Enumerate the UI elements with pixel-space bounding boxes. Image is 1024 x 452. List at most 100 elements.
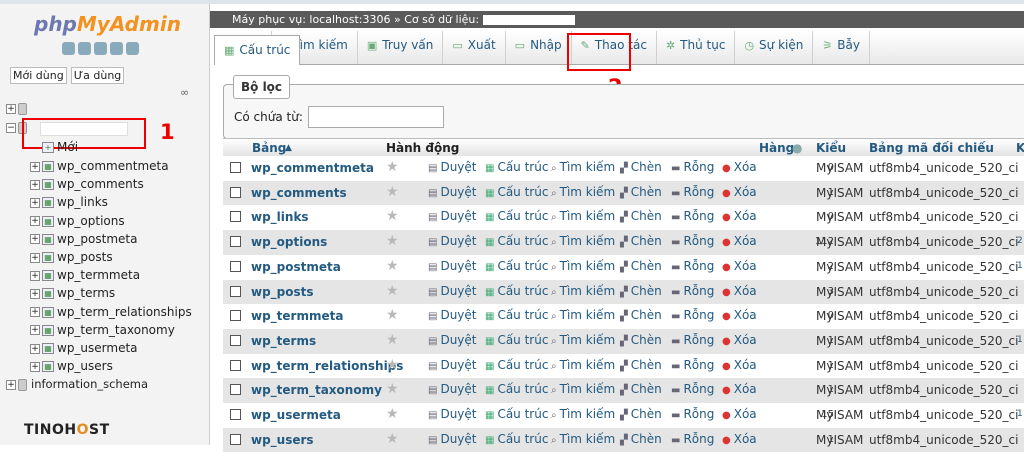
drop-action[interactable]: ● Xóa bbox=[722, 234, 757, 248]
table-name-link[interactable]: wp_links bbox=[251, 210, 309, 224]
search-action[interactable]: ⌕ Tìm kiếm bbox=[551, 284, 615, 298]
search-action[interactable]: ⌕ Tìm kiếm bbox=[551, 185, 615, 199]
row-checkbox[interactable] bbox=[230, 334, 241, 346]
table-name-link[interactable]: wp_posts bbox=[251, 285, 314, 299]
home-icon[interactable] bbox=[62, 42, 75, 55]
expand-icon[interactable]: + bbox=[30, 361, 40, 372]
structure-action[interactable]: ▦ Cấu trúc bbox=[485, 333, 548, 347]
filter-input[interactable] bbox=[308, 106, 444, 128]
search-action[interactable]: ⌕ Tìm kiếm bbox=[551, 209, 615, 223]
favorite-star-icon[interactable]: ★ bbox=[386, 307, 399, 323]
insert-action[interactable]: ▞ Chèn bbox=[620, 407, 662, 421]
structure-action[interactable]: ▦ Cấu trúc bbox=[485, 432, 548, 446]
row-checkbox[interactable] bbox=[230, 359, 241, 371]
col-rows-header[interactable]: Hàng bbox=[759, 141, 794, 155]
tab-7[interactable]: ✲ Thủ tục bbox=[657, 31, 736, 64]
expand-icon[interactable]: + bbox=[30, 161, 40, 172]
favorite-star-icon[interactable]: ★ bbox=[386, 431, 399, 447]
browse-action[interactable]: ▤ Duyệt bbox=[428, 284, 477, 298]
link-icon[interactable]: ∞ bbox=[180, 86, 189, 99]
structure-action[interactable]: ▦ Cấu trúc bbox=[485, 382, 548, 396]
drop-action[interactable]: ● Xóa bbox=[722, 209, 757, 223]
collapse-icon[interactable]: − bbox=[6, 122, 16, 133]
expand-icon[interactable]: + bbox=[6, 379, 16, 390]
expand-icon[interactable]: + bbox=[6, 103, 16, 114]
expand-icon[interactable]: + bbox=[30, 270, 40, 281]
drop-action[interactable]: ● Xóa bbox=[722, 308, 757, 322]
sidebar-table-item[interactable]: + ▦ wp_options bbox=[30, 214, 125, 228]
favorite-star-icon[interactable]: ★ bbox=[386, 283, 399, 299]
sidebar-table-item[interactable]: + ▦ wp_commentmeta bbox=[30, 159, 169, 173]
col-type-header[interactable]: Kiểu bbox=[816, 141, 846, 155]
empty-action[interactable]: ▬ Rỗng bbox=[671, 259, 714, 273]
browse-action[interactable]: ▤ Duyệt bbox=[428, 382, 477, 396]
expand-icon[interactable]: + bbox=[30, 216, 40, 227]
tab-5[interactable]: ▭ Nhập bbox=[506, 31, 572, 64]
drop-action[interactable]: ● Xóa bbox=[722, 160, 757, 174]
table-name-link[interactable]: wp_term_relationships bbox=[251, 359, 403, 373]
reload-icon[interactable] bbox=[126, 42, 139, 55]
insert-action[interactable]: ▞ Chèn bbox=[620, 209, 662, 223]
tree-new-table[interactable]: + Mới bbox=[42, 140, 78, 154]
favorite-star-icon[interactable]: ★ bbox=[386, 332, 399, 348]
favorite-star-icon[interactable]: ★ bbox=[386, 258, 399, 274]
insert-action[interactable]: ▞ Chèn bbox=[620, 284, 662, 298]
sidebar-table-item[interactable]: + ▦ wp_term_relationships bbox=[30, 305, 192, 319]
browse-action[interactable]: ▤ Duyệt bbox=[428, 185, 477, 199]
structure-action[interactable]: ▦ Cấu trúc bbox=[485, 160, 548, 174]
sidebar-table-item[interactable]: + ▦ wp_links bbox=[30, 195, 108, 209]
empty-action[interactable]: ▬ Rỗng bbox=[671, 333, 714, 347]
empty-action[interactable]: ▬ Rỗng bbox=[671, 407, 714, 421]
tab-9[interactable]: ⚞ Bẫy bbox=[813, 31, 870, 64]
db-breadcrumb[interactable]: Cơ sở dữ liệu: bbox=[404, 13, 479, 26]
col-collation-header[interactable]: Bảng mã đối chiếu bbox=[869, 141, 994, 155]
tree-db-information-schema[interactable]: + information_schema bbox=[6, 377, 148, 391]
sidebar-table-item[interactable]: + ▦ wp_postmeta bbox=[30, 232, 137, 246]
insert-action[interactable]: ▞ Chèn bbox=[620, 308, 662, 322]
drop-action[interactable]: ● Xóa bbox=[722, 259, 757, 273]
insert-action[interactable]: ▞ Chèn bbox=[620, 234, 662, 248]
structure-action[interactable]: ▦ Cấu trúc bbox=[485, 185, 548, 199]
tab-8[interactable]: ◷ Sự kiện bbox=[735, 31, 814, 64]
drop-action[interactable]: ● Xóa bbox=[722, 432, 757, 446]
tree-db-collapsed[interactable]: + bbox=[6, 101, 31, 115]
browse-action[interactable]: ▤ Duyệt bbox=[428, 333, 477, 347]
insert-action[interactable]: ▞ Chèn bbox=[620, 432, 662, 446]
logout-icon[interactable] bbox=[78, 42, 91, 55]
col-size-header[interactable]: Kích bbox=[1016, 141, 1024, 155]
favorite-star-icon[interactable]: ★ bbox=[386, 357, 399, 373]
server-breadcrumb[interactable]: Máy phục vụ: localhost:3306 » bbox=[232, 13, 401, 26]
empty-action[interactable]: ▬ Rỗng bbox=[671, 234, 714, 248]
drop-action[interactable]: ● Xóa bbox=[722, 284, 757, 298]
expand-icon[interactable]: + bbox=[30, 252, 40, 263]
insert-action[interactable]: ▞ Chèn bbox=[620, 382, 662, 396]
table-name-link[interactable]: wp_term_taxonomy bbox=[251, 383, 382, 397]
empty-action[interactable]: ▬ Rỗng bbox=[671, 284, 714, 298]
browse-action[interactable]: ▤ Duyệt bbox=[428, 407, 477, 421]
browse-action[interactable]: ▤ Duyệt bbox=[428, 234, 477, 248]
favorite-star-icon[interactable]: ★ bbox=[386, 184, 399, 200]
browse-action[interactable]: ▤ Duyệt bbox=[428, 308, 477, 322]
insert-action[interactable]: ▞ Chèn bbox=[620, 185, 662, 199]
drop-action[interactable]: ● Xóa bbox=[722, 407, 757, 421]
search-action[interactable]: ⌕ Tìm kiếm bbox=[551, 407, 615, 421]
browse-action[interactable]: ▤ Duyệt bbox=[428, 209, 477, 223]
insert-action[interactable]: ▞ Chèn bbox=[620, 358, 662, 372]
drop-action[interactable]: ● Xóa bbox=[722, 185, 757, 199]
search-action[interactable]: ⌕ Tìm kiếm bbox=[551, 160, 615, 174]
browse-action[interactable]: ▤ Duyệt bbox=[428, 432, 477, 446]
expand-icon[interactable]: + bbox=[30, 307, 40, 318]
favorite-star-icon[interactable]: ★ bbox=[386, 381, 399, 397]
recent-button[interactable]: Mới dùng bbox=[10, 67, 67, 84]
empty-action[interactable]: ▬ Rỗng bbox=[671, 432, 714, 446]
tab-3[interactable]: ▣ Truy vấn bbox=[358, 31, 444, 64]
favorite-star-icon[interactable]: ★ bbox=[386, 208, 399, 224]
sidebar-table-item[interactable]: + ▦ wp_termmeta bbox=[30, 268, 140, 282]
structure-action[interactable]: ▦ Cấu trúc bbox=[485, 259, 548, 273]
empty-action[interactable]: ▬ Rỗng bbox=[671, 382, 714, 396]
expand-icon[interactable]: + bbox=[30, 325, 40, 336]
table-name-link[interactable]: wp_commentmeta bbox=[251, 161, 374, 175]
structure-action[interactable]: ▦ Cấu trúc bbox=[485, 209, 548, 223]
expand-icon[interactable]: + bbox=[30, 343, 40, 354]
tab-4[interactable]: ▭ Xuất bbox=[443, 31, 506, 64]
